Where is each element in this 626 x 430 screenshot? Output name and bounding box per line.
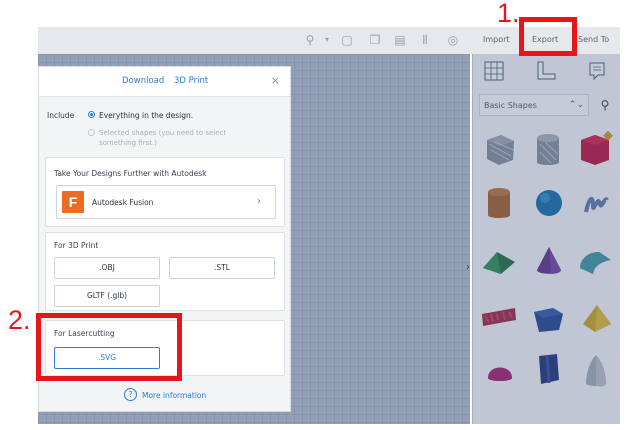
align-icon[interactable]: ▤ [393,33,407,47]
panel-overlay [472,54,620,424]
radio-everything[interactable] [88,111,95,118]
note-icon[interactable]: ▢ [340,33,354,47]
dialog-header: Download 3D Print × [39,67,290,97]
fusion-label: Autodesk Fusion [92,198,154,207]
annotation-step-1: 1. [497,0,520,28]
tab-3d-print[interactable]: 3D Print [174,76,208,86]
annotation-box-export [519,17,577,56]
radio-selected-shapes-label: Selected shapes (you need to select some… [99,129,227,147]
close-icon[interactable]: × [271,74,280,87]
dropdown-caret-icon[interactable]: ▾ [320,33,334,47]
radio-selected-shapes[interactable] [88,129,95,136]
chevron-right-icon: › [257,196,261,207]
autodesk-fusion-button[interactable]: F Autodesk Fusion › [56,185,276,219]
annotation-box-svg [36,313,182,381]
mirror-icon[interactable]: ⫴ [418,33,432,47]
import-button[interactable]: Import [483,35,510,44]
export-obj-button[interactable]: .OBJ [54,257,160,279]
3d-print-card-title: For 3D Print [54,241,99,250]
send-to-button[interactable]: Send To [578,35,609,44]
workplane-icon[interactable]: ◎ [446,33,460,47]
more-information-link[interactable]: More information [142,391,206,400]
autodesk-card: Take Your Designs Further with Autodesk … [45,157,285,227]
fusion-logo-icon: F [62,191,84,213]
export-gltf-button[interactable]: GLTF (.glb) [54,285,160,307]
export-stl-button[interactable]: .STL [169,257,275,279]
include-label: Include [47,111,75,120]
screenshot-stage: ⚲ ▾ ▢ ❐ ▤ ⫴ ◎ Import Export Send To Basi… [0,0,626,430]
collapse-panel-chevron-icon[interactable]: › [466,262,470,273]
radio-everything-label[interactable]: Everything in the design. [99,111,193,120]
autodesk-card-title: Take Your Designs Further with Autodesk [54,169,207,178]
info-icon[interactable]: ? [124,388,137,401]
group-icon[interactable]: ❐ [368,33,382,47]
3d-print-card: For 3D Print .OBJ .STL GLTF (.glb) [45,232,285,311]
light-bulb-icon[interactable]: ⚲ [303,33,317,47]
annotation-step-2: 2. [8,305,31,335]
tab-download[interactable]: Download [122,76,164,86]
